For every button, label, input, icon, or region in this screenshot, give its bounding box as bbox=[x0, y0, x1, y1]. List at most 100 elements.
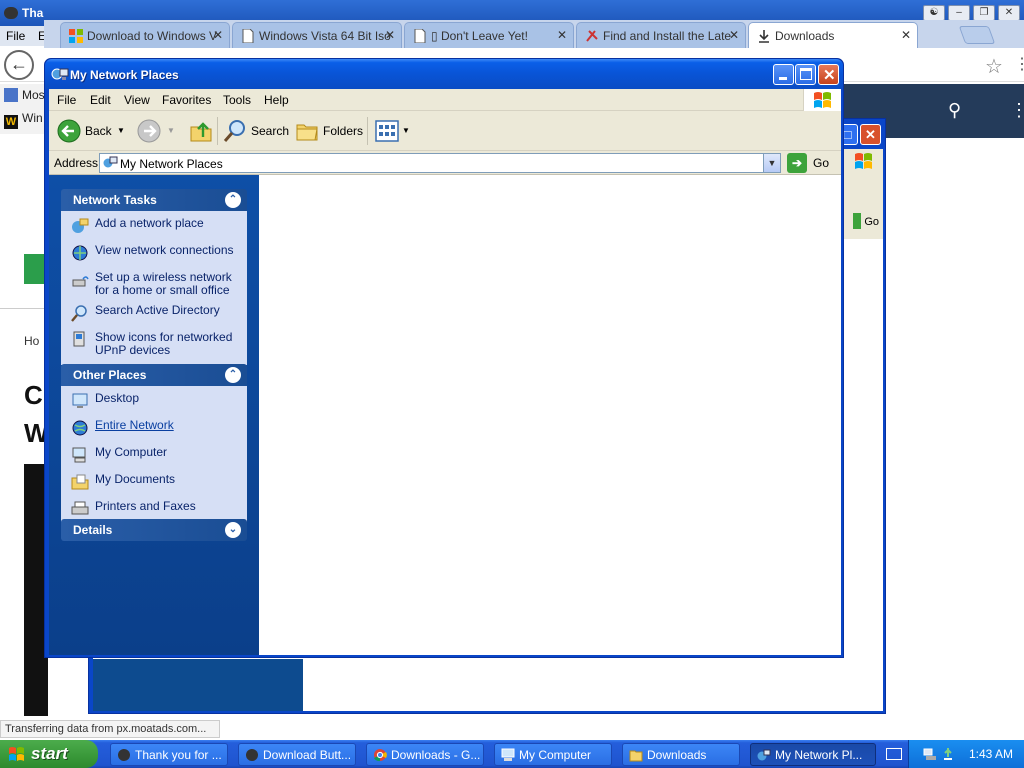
views-button[interactable]: ▼ bbox=[375, 117, 411, 145]
window-titlebar[interactable]: My Network Places ✕ bbox=[45, 59, 843, 89]
taskbar-button[interactable]: Downloads bbox=[622, 743, 740, 766]
maximize-button[interactable] bbox=[795, 64, 816, 85]
network-places-icon bbox=[102, 156, 118, 169]
back-button[interactable]: Back ▼ bbox=[57, 117, 127, 145]
maximize-icon bbox=[800, 68, 812, 80]
menu-file[interactable]: File bbox=[57, 93, 76, 107]
forward-button[interactable]: ▼ bbox=[137, 117, 177, 145]
taskbar-button[interactable]: Download Butt... bbox=[238, 743, 356, 766]
add-network-place-link[interactable]: Add a network place bbox=[71, 217, 239, 237]
browser-tab[interactable]: Windows Vista 64 Bit Iso ✕ bbox=[232, 22, 402, 48]
browser-tab[interactable]: ▯ Don't Leave Yet! ✕ bbox=[404, 22, 574, 48]
taskbar-button[interactable]: Downloads - G... bbox=[366, 743, 484, 766]
minimize-button[interactable] bbox=[773, 64, 794, 85]
other-places-list: Desktop Entire Network My Computer My Do… bbox=[61, 386, 247, 528]
other-places-header[interactable]: Other Places ⌃ bbox=[61, 364, 247, 386]
safely-remove-tray-icon[interactable] bbox=[941, 747, 955, 761]
go-arrow-icon: ➔ bbox=[787, 153, 807, 173]
site-search-icon[interactable]: ⚲ bbox=[948, 100, 961, 121]
tray-clock[interactable]: 1:43 AM bbox=[969, 747, 1013, 761]
keyboard-language-icon[interactable] bbox=[886, 748, 902, 760]
window-title: My Network Places bbox=[70, 68, 179, 82]
bookmark-item[interactable]: Mos bbox=[4, 88, 45, 102]
taskbar-button-active[interactable]: My Network Pl... bbox=[750, 743, 876, 766]
address-label: Address bbox=[54, 156, 99, 170]
expand-chevron-icon[interactable]: ⌄ bbox=[225, 522, 241, 538]
menu-help[interactable]: Help bbox=[264, 93, 289, 107]
folders-icon bbox=[296, 124, 318, 141]
start-button[interactable]: start bbox=[0, 740, 98, 768]
browser-app-icon bbox=[246, 749, 258, 761]
forward-dropdown-icon[interactable]: ▼ bbox=[167, 126, 175, 135]
details-header[interactable]: Details ⌄ bbox=[61, 519, 247, 541]
address-dropdown-icon[interactable]: ▼ bbox=[763, 154, 780, 172]
show-upnp-icons-link[interactable]: Show icons for networked UPnP devices bbox=[71, 331, 239, 357]
search-active-directory-link[interactable]: Search Active Directory bbox=[71, 304, 239, 324]
my-computer-link[interactable]: My Computer bbox=[71, 446, 239, 466]
bookmark-star-icon[interactable]: ☆ bbox=[985, 54, 1003, 79]
address-field[interactable]: My Network Places ▼ bbox=[99, 153, 781, 173]
download-icon bbox=[759, 30, 769, 43]
tab-close-icon[interactable]: ✕ bbox=[901, 28, 911, 42]
taskbar-button[interactable]: My Computer bbox=[494, 743, 612, 766]
browser-app-icon bbox=[4, 7, 18, 19]
menu-view[interactable]: View bbox=[124, 93, 150, 107]
taskbar-button[interactable]: Thank you for ... bbox=[110, 743, 228, 766]
browser-tab[interactable]: Download to Windows V ✕ bbox=[60, 22, 230, 48]
collapse-chevron-icon[interactable]: ⌃ bbox=[225, 192, 241, 208]
my-documents-link[interactable]: My Documents bbox=[71, 473, 239, 493]
toolbar-separator bbox=[217, 117, 218, 145]
site-divider bbox=[0, 308, 48, 309]
tab-close-icon[interactable]: ✕ bbox=[385, 28, 395, 42]
details-panel: Details ⌄ bbox=[61, 519, 247, 541]
printers-faxes-link[interactable]: Printers and Faxes bbox=[71, 500, 239, 520]
view-network-connections-link[interactable]: View network connections bbox=[71, 244, 239, 264]
close-button[interactable]: ✕ bbox=[818, 64, 839, 85]
browser-minimize-button[interactable]: – bbox=[948, 5, 970, 21]
menu-favorites[interactable]: Favorites bbox=[162, 93, 211, 107]
bookmark-item[interactable]: W Win bbox=[4, 111, 43, 129]
browser-restore-button[interactable]: ❐ bbox=[973, 5, 995, 21]
w-logo-icon: W bbox=[4, 115, 18, 129]
browser-menu-file[interactable]: File bbox=[6, 29, 25, 43]
my-computer-icon bbox=[72, 447, 86, 463]
browser-back-button[interactable]: ← bbox=[4, 50, 34, 80]
go-arrow-icon bbox=[853, 213, 862, 229]
go-button[interactable]: ➔ Go bbox=[787, 152, 839, 174]
menu-edit[interactable]: Edit bbox=[90, 93, 111, 107]
menu-bar: File Edit View Favorites Tools Help bbox=[49, 89, 841, 111]
back-arrow-icon bbox=[57, 119, 81, 143]
folders-button[interactable]: Folders bbox=[295, 117, 363, 145]
browser-close-button[interactable]: ✕ bbox=[998, 5, 1020, 21]
site-menu-icon[interactable]: ⋮ bbox=[1010, 100, 1024, 121]
setup-wireless-link[interactable]: Set up a wireless network for a home or … bbox=[71, 271, 239, 297]
bookmarks-bar: Mos W Win bbox=[0, 84, 48, 134]
network-tray-icon[interactable] bbox=[923, 747, 937, 761]
up-folder-button[interactable] bbox=[187, 117, 215, 145]
back-dropdown-icon[interactable]: ▼ bbox=[117, 126, 125, 135]
site-green-button[interactable] bbox=[24, 254, 46, 284]
search-button[interactable]: Search bbox=[223, 117, 289, 145]
site-breadcrumb[interactable]: Ho bbox=[24, 334, 39, 348]
tab-close-icon[interactable]: ✕ bbox=[557, 28, 567, 42]
network-tasks-list: Add a network place View network connect… bbox=[61, 211, 247, 365]
my-documents-icon bbox=[71, 474, 89, 490]
tab-close-icon[interactable]: ✕ bbox=[213, 28, 223, 42]
browser-tab-active[interactable]: Downloads ✕ bbox=[748, 22, 918, 48]
tab-close-icon[interactable]: ✕ bbox=[729, 28, 739, 42]
desktop-link[interactable]: Desktop bbox=[71, 392, 239, 412]
background-close-button[interactable]: ✕ bbox=[860, 124, 881, 145]
collapse-chevron-icon[interactable]: ⌃ bbox=[225, 367, 241, 383]
browser-tab[interactable]: Find and Install the Late ✕ bbox=[576, 22, 746, 48]
background-go-button[interactable]: Go bbox=[853, 213, 879, 235]
windows-flag-icon bbox=[855, 153, 872, 169]
views-dropdown-icon[interactable]: ▼ bbox=[402, 126, 410, 135]
menu-tools[interactable]: Tools bbox=[223, 93, 251, 107]
folder-content-area[interactable] bbox=[259, 175, 841, 655]
user-icon[interactable]: ☯ bbox=[923, 5, 945, 21]
entire-network-link[interactable]: Entire Network bbox=[71, 419, 239, 439]
network-tasks-header[interactable]: Network Tasks ⌃ bbox=[61, 189, 247, 211]
new-tab-button[interactable] bbox=[958, 26, 996, 44]
windows-logo-icon bbox=[69, 29, 83, 43]
browser-menu-icon[interactable]: ⋮ bbox=[1014, 54, 1024, 74]
